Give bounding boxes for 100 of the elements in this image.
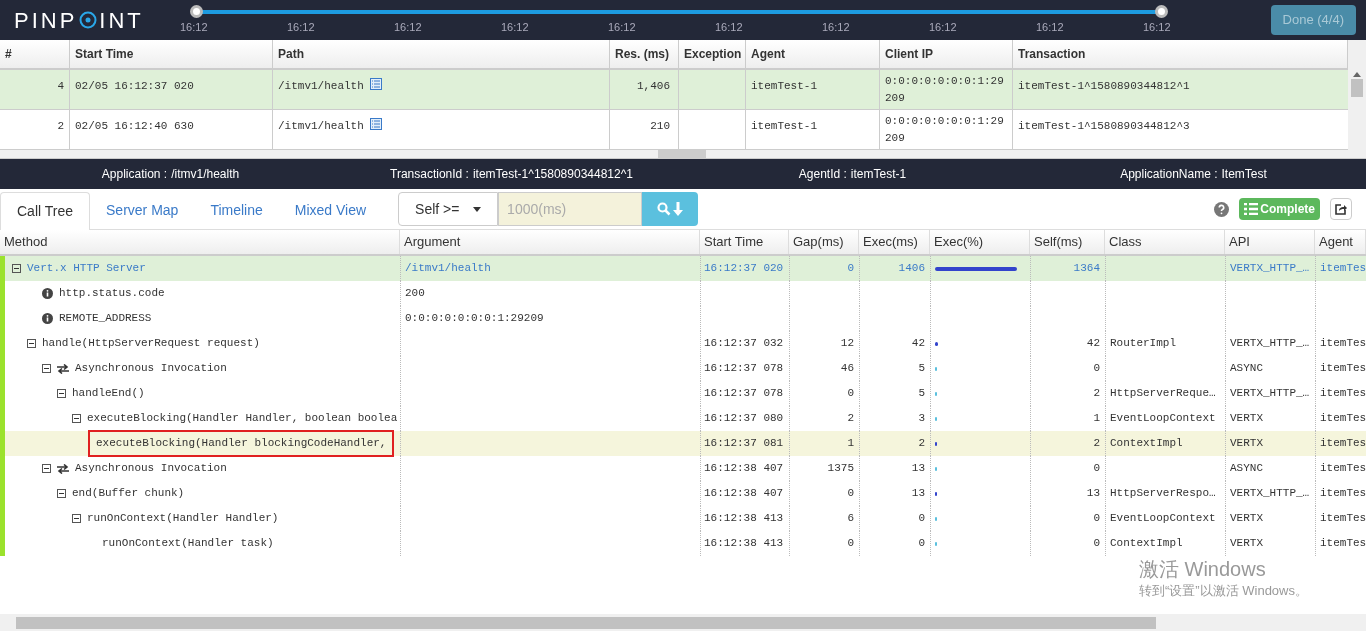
- help-icon[interactable]: [1214, 201, 1230, 217]
- collapse-icon[interactable]: [57, 389, 66, 398]
- column-header[interactable]: Gap(ms): [789, 230, 859, 254]
- time-tick-label: 16:12: [822, 19, 851, 35]
- view-tab[interactable]: Call Tree: [0, 192, 91, 230]
- column-header[interactable]: Client IP: [880, 40, 1013, 68]
- call-tree-row[interactable]: Vert.x HTTP Server /itmv1/health 16:12:37 020 0 1406 1364 VERTX_HTTP_… itemTes: [0, 256, 1366, 281]
- class-cell-text: HttpServerReque…: [1110, 386, 1216, 402]
- collapse-icon[interactable]: [57, 489, 66, 498]
- column-header[interactable]: Argument: [400, 230, 700, 254]
- scroll-up-icon[interactable]: [1353, 72, 1361, 77]
- collapse-icon[interactable]: [72, 514, 81, 523]
- class-cell-text: EventLoopContext: [1110, 511, 1216, 527]
- client-ip-cell: 0:0:0:0:0:0:0:1:29209: [885, 75, 1004, 104]
- method-text: handle(HttpServerRequest request): [42, 336, 260, 352]
- info-value: itemTest-1: [850, 166, 907, 183]
- column-header[interactable]: API: [1225, 230, 1315, 254]
- view-tab[interactable]: Timeline: [194, 191, 279, 229]
- column-header[interactable]: Res. (ms): [610, 40, 679, 68]
- threshold-field[interactable]: 1000(ms): [498, 192, 643, 226]
- call-tree-row[interactable]: runOnContext(Handler task) 16:12:38 413 0 0 0 ContextImpl VERTX itemTes: [0, 531, 1366, 556]
- column-header[interactable]: #: [0, 40, 70, 68]
- api-cell-text: ASYNC: [1230, 361, 1263, 377]
- column-header[interactable]: Exec(%): [930, 230, 1030, 254]
- class-cell-text: ContextImpl: [1110, 536, 1183, 552]
- call-tree-row[interactable]: handle(HttpServerRequest request) 16:12:37 032 12 42 42 RouterImpl VERTX_HTTP_… itemTes: [0, 331, 1366, 356]
- api-cell-text: VERTX: [1230, 411, 1263, 427]
- column-header[interactable]: Path: [273, 40, 610, 68]
- column-header[interactable]: Start Time: [700, 230, 789, 254]
- column-header[interactable]: Start Time: [70, 40, 273, 68]
- info-label: TransactionId :: [390, 166, 469, 183]
- collapse-icon[interactable]: [27, 339, 36, 348]
- self-time-cell-text: 13: [1086, 486, 1100, 502]
- activation-title: 激活 Windows: [1139, 557, 1267, 581]
- transaction-row[interactable]: 4 02/05 16:12:37 020 /itmv1/health 1,406 itemTest-1 0:0:0:0:0:0:0:1:29209 itemTest-1^1580890344812^1: [0, 70, 1348, 110]
- column-header[interactable]: Self(ms): [1030, 230, 1105, 254]
- column-header[interactable]: Class: [1105, 230, 1225, 254]
- list-icon[interactable]: [369, 78, 382, 90]
- column-header[interactable]: Method: [0, 230, 400, 254]
- transaction-row[interactable]: 2 02/05 16:12:40 630 /itmv1/health 210 itemTest-1 0:0:0:0:0:0:0:1:29209 itemTest-1^1580890344812^3: [0, 110, 1348, 150]
- collapse-icon[interactable]: [42, 464, 51, 473]
- collapse-icon[interactable]: [42, 364, 51, 373]
- api-cell-text: VERTX_HTTP_…: [1230, 386, 1310, 402]
- agent-cell-text: itemTes: [1320, 336, 1366, 352]
- column-header[interactable]: Agent: [746, 40, 880, 68]
- range-handle[interactable]: [190, 4, 203, 18]
- agent-cell-text: itemTes: [1320, 411, 1366, 427]
- method-text: Asynchronous Invocation: [75, 361, 227, 377]
- view-tab[interactable]: Mixed View: [278, 191, 383, 229]
- call-tree-row[interactable]: Asynchronous Invocation 16:12:37 078 46 5 0 ASYNC itemTes: [0, 356, 1366, 381]
- api-cell-text: VERTX_HTTP_…: [1230, 336, 1310, 352]
- list-icon[interactable]: [369, 118, 382, 130]
- arrow-down-icon: [673, 202, 684, 216]
- horizontal-scrollbar[interactable]: [0, 614, 1366, 631]
- exec-cell-text: 0: [918, 536, 925, 552]
- column-header[interactable]: Agent: [1315, 230, 1366, 254]
- swap-arrows-icon: [57, 463, 69, 474]
- self-time-cell-text: 42: [1086, 336, 1100, 352]
- exec-cell-text: 3: [918, 411, 925, 427]
- exec-cell-text: 2: [918, 436, 925, 452]
- info-label: AgentId :: [798, 166, 847, 183]
- highlighted-method-text: executeBlocking(Handler blockingCodeHandler,: [88, 430, 395, 457]
- start-time-cell: 02/05 16:12:37 020: [75, 80, 194, 92]
- swap-arrows-icon: [57, 363, 69, 374]
- column-header[interactable]: Exception: [679, 40, 746, 68]
- gap-cell-text: 2: [847, 411, 854, 427]
- export-button[interactable]: [1330, 198, 1352, 220]
- logo-text: INT: [99, 6, 144, 35]
- call-tree-row[interactable]: end(Buffer chunk) 16:12:38 407 0 13 13 HttpServerRespo… VERTX_HTTP_… itemTes: [0, 481, 1366, 506]
- time-tick-label: 16:12: [608, 19, 637, 35]
- method-text: handleEnd(): [72, 386, 145, 402]
- call-tree-row[interactable]: Asynchronous Invocation 16:12:38 407 1375 13 0 ASYNC itemTes: [0, 456, 1366, 481]
- self-time-cell-text: 0: [1093, 536, 1100, 552]
- time-tick-label: 16:12: [394, 19, 423, 35]
- call-tree-row[interactable]: executeBlocking(Handler Handler, boolean boolea 16:12:37 080 2 3 1 EventLoopContext VERTX itemTes: [0, 406, 1366, 431]
- scroll-thumb[interactable]: [1351, 79, 1363, 97]
- info-value: /itmv1/health: [171, 166, 240, 183]
- call-tree-row[interactable]: runOnContext(Handler Handler) 16:12:38 413 6 0 0 EventLoopContext VERTX itemTes: [0, 506, 1366, 531]
- collapse-icon[interactable]: [12, 264, 21, 273]
- horizontal-scrollbar[interactable]: [0, 150, 1348, 158]
- start-time-cell-text: 16:12:38 407: [704, 461, 784, 477]
- filter-select[interactable]: Self >=: [398, 192, 499, 226]
- caret-icon: [473, 206, 482, 212]
- api-cell-text: VERTX: [1230, 436, 1263, 452]
- call-tree-row[interactable]: handleEnd() 16:12:37 078 0 5 2 HttpServerReque… VERTX_HTTP_… itemTes: [0, 381, 1366, 406]
- method-text: executeBlocking(Handler Handler, boolean boolea: [87, 411, 398, 427]
- time-range-track[interactable]: [190, 4, 1168, 19]
- range-handle[interactable]: [1155, 4, 1168, 18]
- vertical-scrollbar[interactable]: [1348, 40, 1366, 158]
- call-tree-row[interactable]: executeBlocking(Handler blockingCodeHandler, 16:12:37 081 1 2 2 ContextImpl VERTX itemTes: [0, 431, 1366, 456]
- gap-cell-text: 1: [847, 436, 854, 452]
- response-time-cell: 1,406: [637, 80, 670, 92]
- column-header[interactable]: Exec(ms): [859, 230, 930, 254]
- info-icon: [42, 313, 53, 324]
- collapse-icon[interactable]: [72, 414, 81, 423]
- view-tab[interactable]: Server Map: [90, 191, 195, 229]
- self-time-cell-text: 0: [1093, 361, 1100, 377]
- start-time-cell-text: 16:12:37 080: [704, 411, 784, 427]
- gap-cell-text: 12: [840, 336, 854, 352]
- time-tick-label: 16:12: [1143, 19, 1172, 35]
